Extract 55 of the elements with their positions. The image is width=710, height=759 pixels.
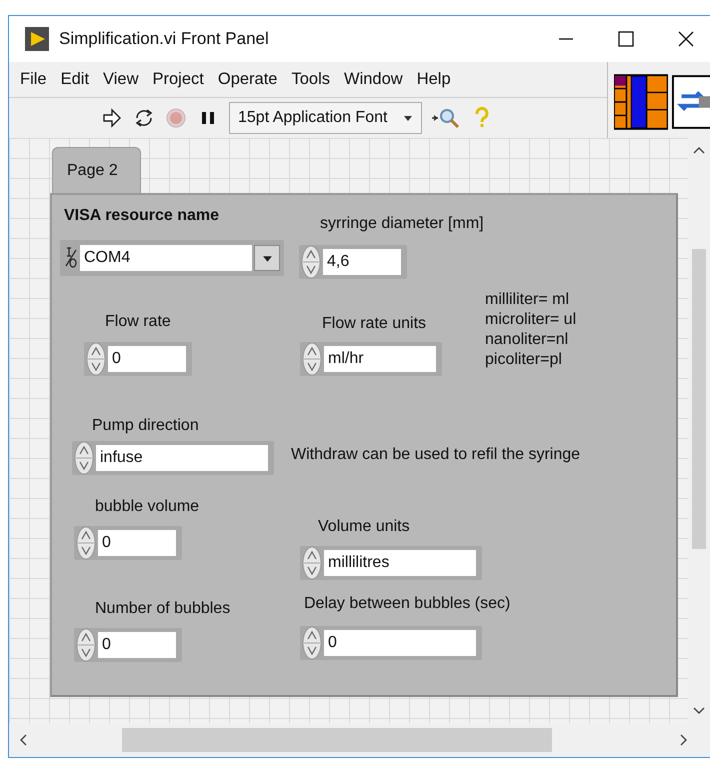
control-label: Number of bubbles <box>95 600 230 618</box>
numeric-field[interactable]: 0 <box>324 630 476 656</box>
ring-spinner-icon[interactable] <box>302 546 322 580</box>
io-icon <box>64 246 78 270</box>
scroll-left-icon[interactable] <box>19 734 27 746</box>
menu-item[interactable]: Help <box>410 70 458 89</box>
control-label: Pump direction <box>92 417 199 435</box>
menu-item[interactable]: Edit <box>54 70 96 89</box>
menu-item[interactable]: View <box>96 70 146 89</box>
numeric-field[interactable]: 0 <box>98 530 176 556</box>
dropdown-button[interactable] <box>254 245 280 271</box>
numeric-field[interactable]: 0 <box>108 346 186 372</box>
scroll-right-icon[interactable] <box>680 734 688 746</box>
increment-spinner-icon[interactable] <box>301 245 321 279</box>
connector-pane-icon[interactable] <box>614 73 668 131</box>
increment-spinner-icon[interactable] <box>86 342 106 376</box>
control-label: Volume units <box>318 518 410 536</box>
free-label: Withdraw can be used to refil the syringe <box>291 445 580 465</box>
scroll-thumb[interactable] <box>692 249 706 549</box>
control-label: Delay between bubbles (sec) <box>304 595 510 613</box>
increment-spinner-icon[interactable] <box>302 626 322 660</box>
increment-spinner-icon[interactable] <box>76 526 96 560</box>
free-label: milliliter= ml microliter= ul nanoliter=nl picoliter=pl <box>485 290 576 370</box>
numeric-field[interactable]: 0 <box>98 632 176 658</box>
control-label: Flow rate units <box>322 315 426 333</box>
control-label: syrringe diameter [mm] <box>320 215 484 233</box>
vi-icon[interactable] <box>672 73 710 131</box>
run-continuously-icon[interactable] <box>133 107 155 129</box>
window-title: Simplification.vi Front Panel <box>59 29 270 49</box>
ring-spinner-icon[interactable] <box>302 342 322 376</box>
scroll-up-icon[interactable] <box>693 146 705 154</box>
caret-icon <box>403 113 414 123</box>
close-icon[interactable] <box>676 29 696 49</box>
scroll-thumb[interactable] <box>122 728 552 752</box>
maximize-icon[interactable] <box>616 29 636 49</box>
increment-spinner-icon[interactable] <box>76 628 96 662</box>
menu-item[interactable]: Operate <box>210 70 284 89</box>
font-dropdown[interactable]: 15pt Application Font <box>229 102 422 134</box>
numeric-field[interactable]: 4,6 <box>323 249 401 275</box>
menu-item[interactable]: Window <box>337 70 410 89</box>
ring-spinner-icon[interactable] <box>74 441 94 475</box>
menu-item[interactable]: Tools <box>284 70 338 89</box>
resource-field[interactable]: COM4 <box>80 245 252 271</box>
menu-item[interactable]: Project <box>146 70 211 89</box>
horizontal-scrollbar[interactable] <box>9 723 710 757</box>
ring-field[interactable]: millilitres <box>324 550 476 576</box>
scroll-down-icon[interactable] <box>693 707 705 715</box>
page-tab[interactable]: Page 2 <box>52 147 141 193</box>
control-label: VISA resource name <box>64 207 220 225</box>
menu-item[interactable]: File <box>13 70 54 89</box>
ring-field[interactable]: infuse <box>96 445 268 471</box>
ring-field[interactable]: ml/hr <box>324 346 436 372</box>
run-arrow-icon[interactable] <box>101 107 123 129</box>
control-label: bubble volume <box>95 498 200 516</box>
control-label: Flow rate <box>105 313 171 331</box>
